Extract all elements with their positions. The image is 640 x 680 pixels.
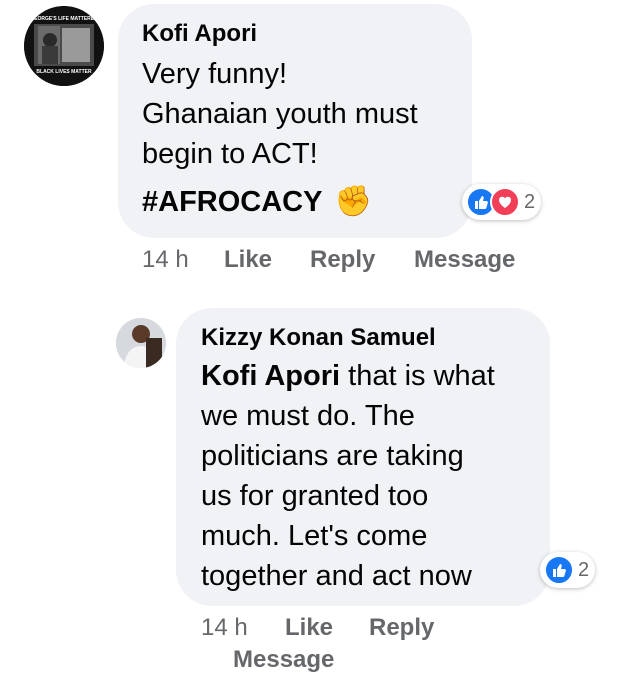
comment-text-line: that is what xyxy=(340,360,495,392)
raised-fist-emoji: ✊ xyxy=(334,185,372,218)
comment-text-line: Very funny! xyxy=(142,58,288,90)
comment-actions: 14 h Like Reply Message xyxy=(142,246,562,276)
comment-text-line: we must do. The xyxy=(201,400,415,432)
like-button[interactable]: Like xyxy=(224,246,272,274)
reaction-count: 2 xyxy=(524,190,536,213)
avatar[interactable]: GEORGE'S LIFE MATTERED BLACK LIVES MATTE… xyxy=(24,6,104,86)
reply-button[interactable]: Reply xyxy=(369,614,434,642)
comment-text-line: us for granted too xyxy=(201,480,429,512)
like-button[interactable]: Like xyxy=(285,614,333,642)
reaction-summary[interactable]: 2 xyxy=(540,552,596,588)
comment-text-line: begin to ACT! xyxy=(142,138,318,170)
message-button[interactable]: Message xyxy=(233,646,334,674)
comment-text-line: Ghanaian youth must xyxy=(142,98,418,130)
comment-time[interactable]: 14 h xyxy=(201,614,248,642)
comment-text-line: politicians are taking xyxy=(201,440,464,472)
comment-time[interactable]: 14 h xyxy=(142,246,189,274)
comment-author[interactable]: Kizzy Konan Samuel xyxy=(201,324,436,352)
comment-author[interactable]: Kofi Apori xyxy=(142,20,257,48)
message-button[interactable]: Message xyxy=(414,246,515,274)
reply-button[interactable]: Reply xyxy=(310,246,375,274)
avatar-caption-top: GEORGE'S LIFE MATTERED xyxy=(30,16,98,22)
avatar-caption-bottom: BLACK LIVES MATTER xyxy=(36,69,92,75)
reaction-summary[interactable]: 2 xyxy=(462,184,542,220)
like-icon xyxy=(544,555,574,585)
comment-text-line: together and act now xyxy=(201,560,472,592)
comment-text-line: much. Let's come xyxy=(201,520,428,552)
hashtag-link[interactable]: #AFROCACY xyxy=(142,182,322,222)
love-icon xyxy=(490,187,520,217)
avatar[interactable] xyxy=(116,318,166,368)
reaction-count: 2 xyxy=(578,558,590,581)
comment-actions: 14 h Like Reply Message xyxy=(201,614,501,678)
mention-link[interactable]: Kofi Apori xyxy=(201,360,340,392)
